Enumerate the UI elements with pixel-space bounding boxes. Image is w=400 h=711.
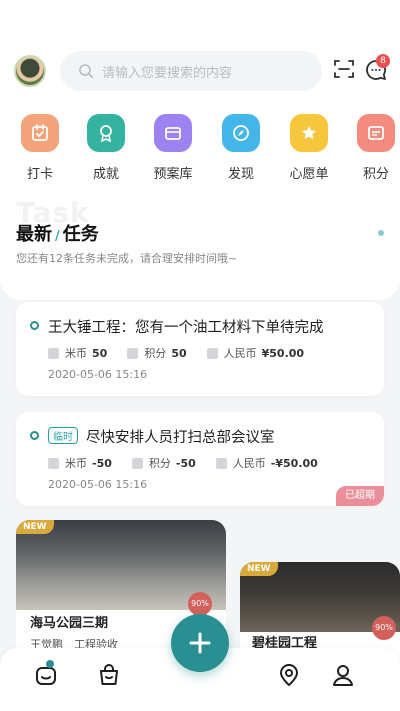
category-points[interactable]: 积分 [346, 114, 400, 182]
category-discover[interactable]: 发现 [211, 114, 271, 182]
task-bullet-icon [30, 431, 39, 440]
reward-mi: 米币 -50 [48, 455, 112, 471]
points-icon [357, 114, 395, 152]
shopping-bag-icon [100, 664, 118, 685]
reward-points: 积分 50 [127, 345, 187, 361]
tab-shop[interactable] [96, 662, 122, 688]
active-tab-indicator [46, 660, 54, 668]
search-icon [79, 64, 94, 79]
reward-rmb: 人民币 ¥50.00 [206, 345, 305, 361]
coin-icon [48, 347, 59, 359]
money-bag-icon [215, 457, 227, 469]
points-small-icon [131, 457, 143, 469]
search-placeholder: 请输入您要搜索的内容 [102, 65, 233, 81]
search-bar[interactable]: 请输入您要搜索的内容 [60, 51, 322, 91]
tab-profile[interactable] [330, 662, 356, 688]
profile-icon [333, 665, 353, 686]
project-name: 海马公园三期 [30, 616, 109, 631]
medal-icon [87, 114, 125, 152]
category-label: 心愿单 [289, 167, 329, 182]
category-label: 发现 [227, 167, 254, 182]
category-label: 预案库 [153, 167, 193, 182]
new-badge: NEW [240, 562, 278, 576]
reward-label: 人民币 [223, 347, 257, 360]
add-button[interactable] [171, 614, 229, 672]
folder-icon [154, 114, 192, 152]
reward-label: 积分 [148, 457, 171, 470]
section-title-left: 最新 [16, 224, 52, 245]
overdue-badge: 已超期 [336, 486, 384, 506]
scan-icon[interactable] [333, 58, 355, 80]
reward-points: 积分 -50 [131, 455, 196, 471]
new-badge: NEW [16, 520, 54, 534]
category-wishlist[interactable]: 心愿单 [279, 114, 339, 182]
task-bullet-icon [30, 321, 39, 330]
reward-value: -¥50.00 [270, 456, 318, 470]
category-row: 打卡 成就 预案库 发现 心愿单 积分 [0, 114, 400, 184]
reward-value: 50 [92, 346, 108, 360]
reward-label: 积分 [144, 347, 167, 360]
category-label: 积分 [362, 167, 389, 182]
task-title: 尽快安排人员打扫总部会议室 [86, 430, 275, 446]
checkin-icon [21, 114, 59, 152]
section-subtitle: 您还有12条任务未完成，请合理安排时间哦~ [16, 252, 238, 265]
task-card[interactable]: 临时 尽快安排人员打扫总部会议室 米币 -50 积分 -50 人民币 -¥50.00 2… [16, 412, 384, 506]
compass-icon [222, 114, 260, 152]
money-bag-icon [206, 347, 218, 359]
reward-label: 米币 [65, 457, 87, 470]
reward-value: -50 [175, 456, 196, 470]
tab-discover[interactable] [276, 662, 302, 688]
location-icon [279, 663, 299, 687]
task-date: 2020-05-06 15:16 [48, 478, 148, 491]
scroll-indicator [378, 230, 384, 236]
category-plan-library[interactable]: 预案库 [143, 114, 203, 182]
task-title-row: 临时 尽快安排人员打扫总部会议室 [48, 426, 275, 447]
task-title: 王大锤工程：您有一个油工材料下单待完成 [48, 320, 324, 336]
task-date: 2020-05-06 15:16 [48, 368, 148, 381]
category-label: 成就 [92, 167, 119, 182]
notification-badge: 8 [376, 54, 390, 68]
category-achievement[interactable]: 成就 [76, 114, 136, 182]
reward-mi: 米币 50 [48, 345, 107, 361]
section-title-right: 任务 [62, 224, 99, 245]
user-avatar[interactable] [14, 55, 46, 87]
category-checkin[interactable]: 打卡 [10, 114, 70, 182]
reward-value: 50 [171, 346, 187, 360]
reward-label: 米币 [65, 347, 87, 360]
temporary-tag: 临时 [48, 427, 78, 444]
section-title: 最新 / 任务 [16, 220, 99, 246]
points-small-icon [127, 347, 139, 359]
reward-label: 人民币 [232, 457, 266, 470]
category-label: 打卡 [26, 167, 53, 182]
task-rewards: 米币 50 积分 50 人民币 ¥50.00 [48, 345, 324, 361]
reward-value: -50 [92, 456, 112, 470]
task-rewards: 米币 -50 积分 -50 人民币 -¥50.00 [48, 455, 338, 471]
reward-value: ¥50.00 [261, 346, 305, 360]
plus-icon [189, 632, 211, 654]
task-card[interactable]: 王大锤工程：您有一个油工材料下单待完成 米币 50 积分 50 人民币 ¥50.00 … [16, 302, 384, 396]
reward-rmb: 人民币 -¥50.00 [215, 455, 318, 471]
star-icon [290, 114, 328, 152]
coin-icon [48, 457, 59, 469]
title-slash: / [55, 229, 60, 244]
progress-badge: 90% [188, 592, 212, 616]
progress-badge: 90% [372, 616, 396, 640]
